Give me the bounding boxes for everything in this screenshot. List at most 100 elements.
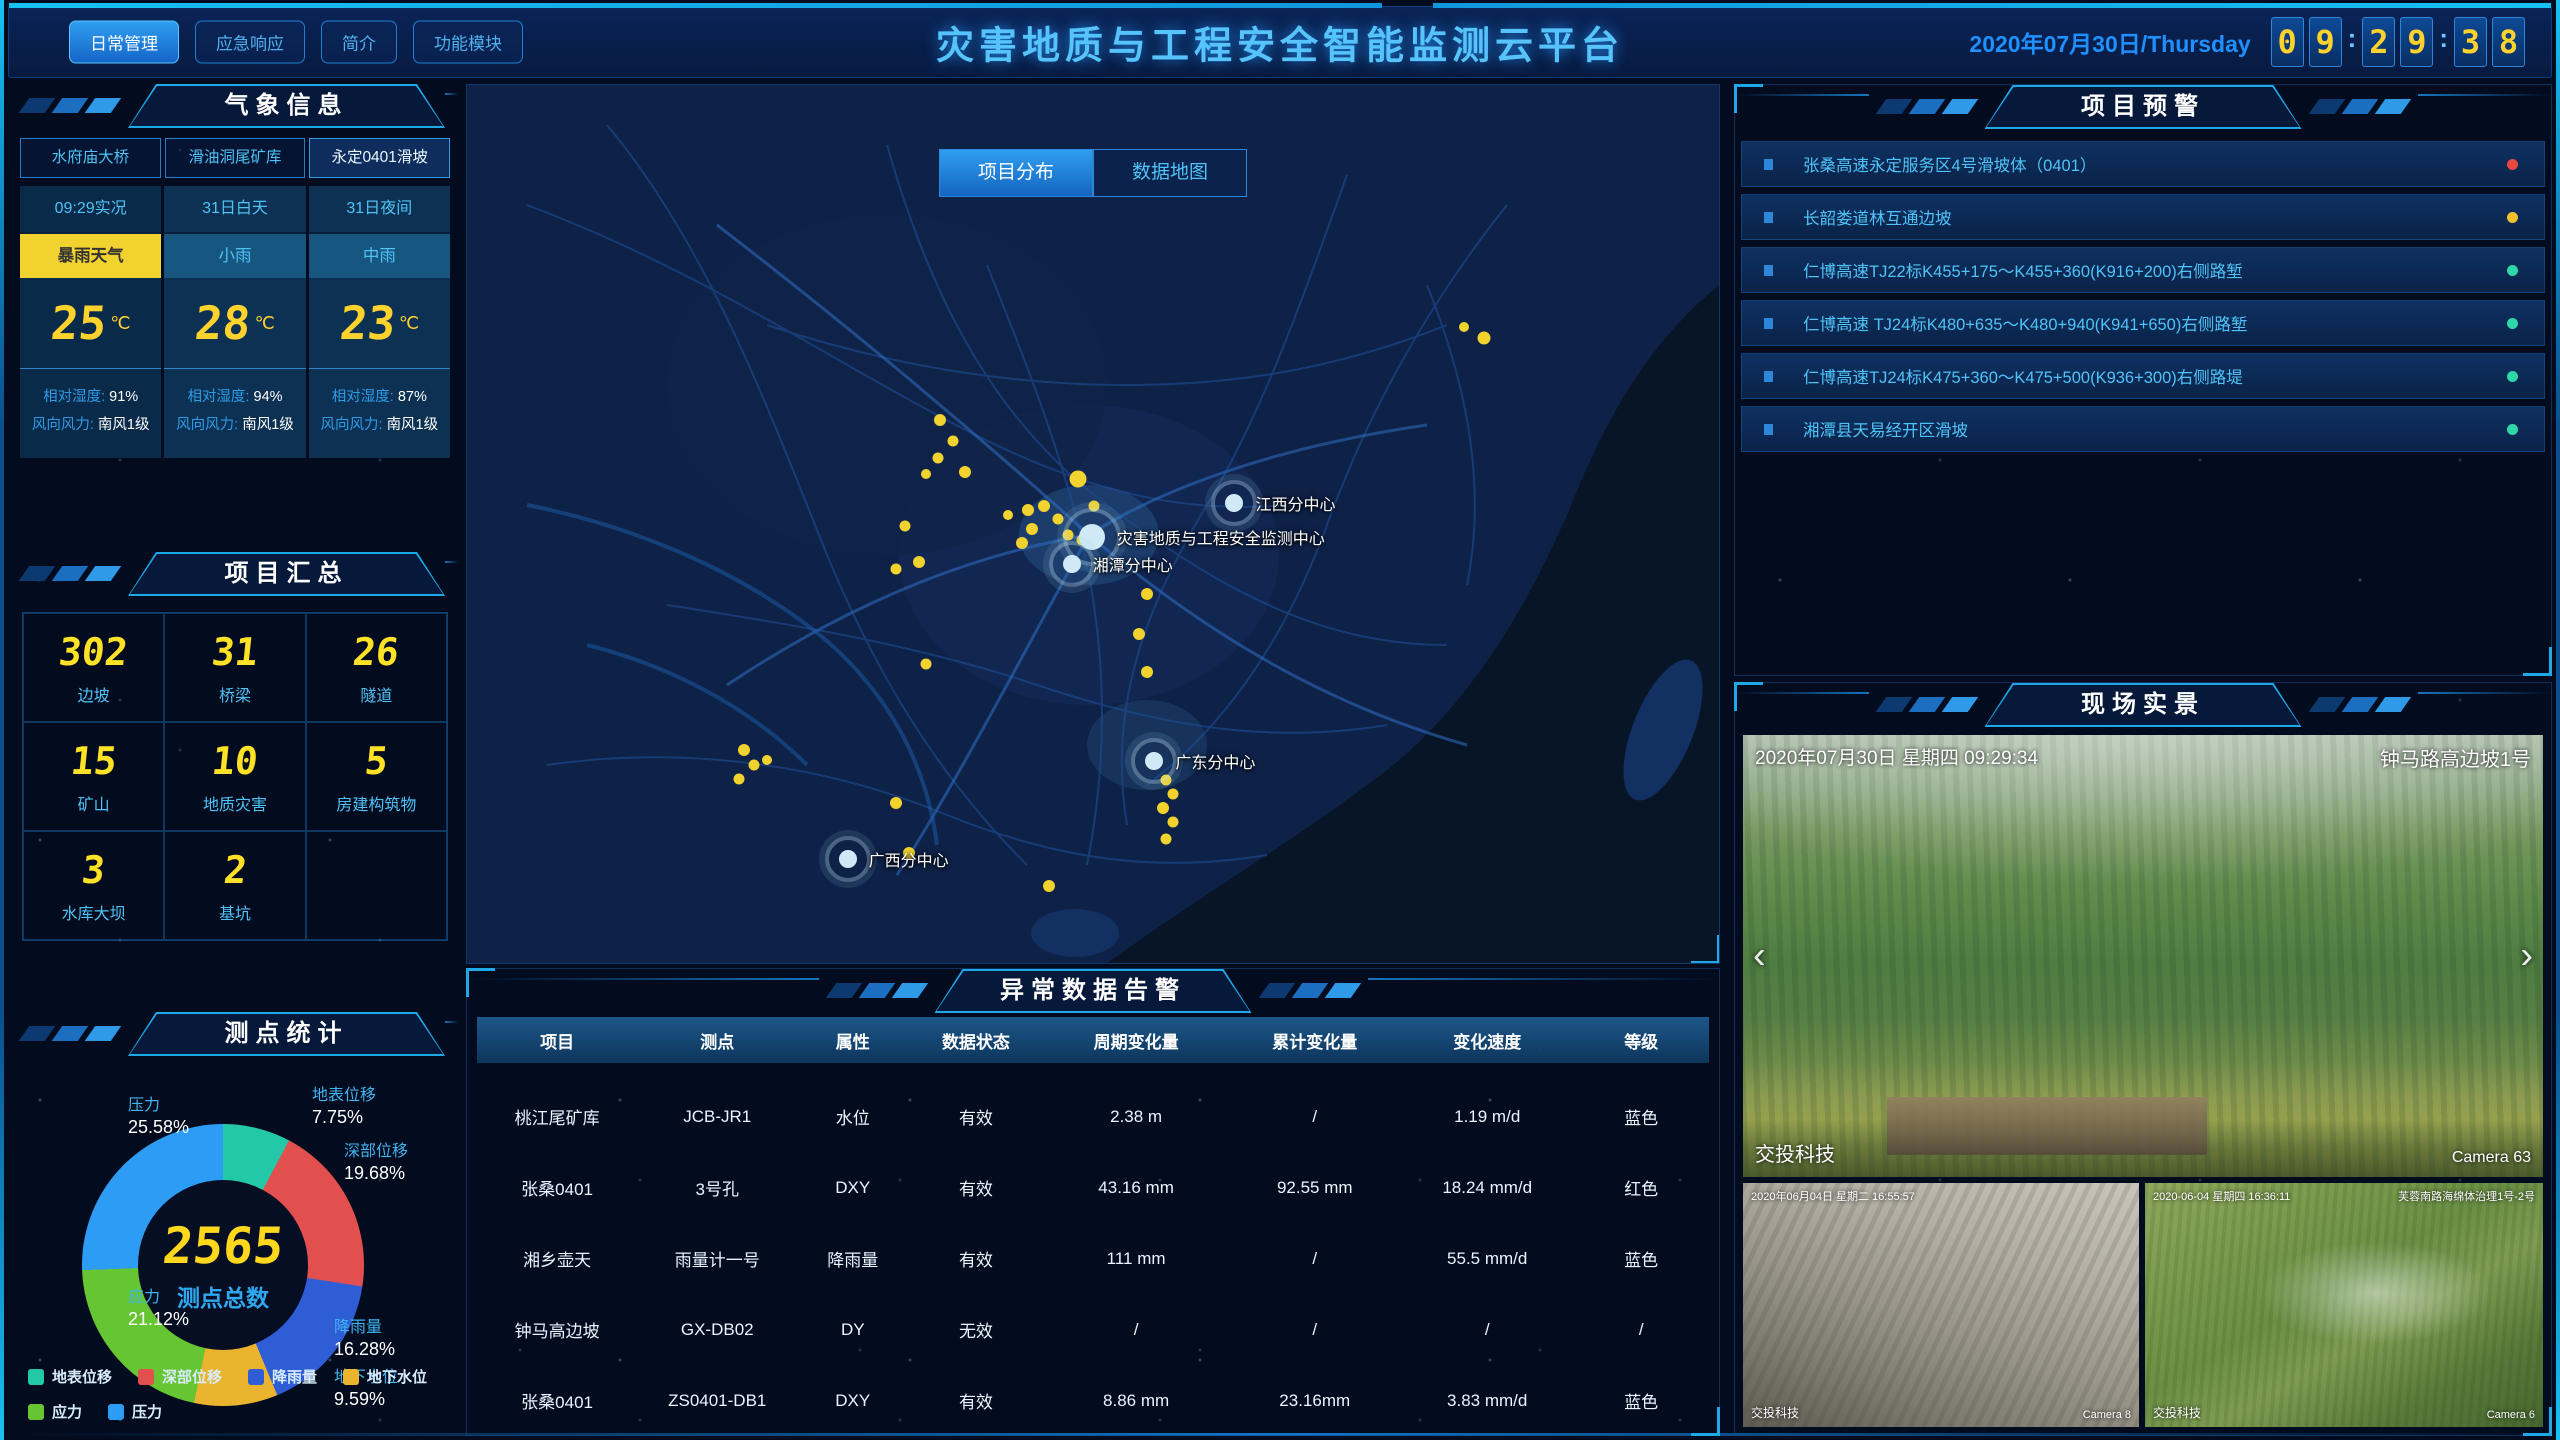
clock-digit: 0 bbox=[2271, 17, 2304, 67]
nav-button-2[interactable]: 应急响应 bbox=[195, 21, 305, 64]
live-view-panel: 现场实景 2020年07月30日 星期四 09:29:34 钟马路高边坡1号 交… bbox=[1734, 682, 2552, 1436]
weather-tab-1[interactable]: 水府庙大桥 bbox=[20, 138, 161, 178]
date-label: 2020年07月30日/Thursday bbox=[1969, 25, 2250, 59]
weather-time-label: 31日夜间 bbox=[309, 186, 450, 234]
chart-callout-压力: 压力25.58% bbox=[128, 1096, 189, 1139]
legend-item-压力[interactable]: 压力 bbox=[108, 1401, 162, 1422]
project-dot bbox=[890, 797, 902, 809]
weather-condition: 中雨 bbox=[309, 234, 450, 278]
warning-item-3[interactable]: 仁博高速TJ22标K455+175～K455+360(K916+200)右侧路堑 bbox=[1741, 247, 2545, 293]
legend-label: 降雨量 bbox=[272, 1366, 317, 1387]
weather-columns: 09:29实况暴雨天气25℃相对湿度: 91%风向风力: 南风1级31日白天小雨… bbox=[20, 186, 450, 458]
callout-percent: 25.58% bbox=[128, 1116, 189, 1139]
legend-item-地下水位[interactable]: 地下水位 bbox=[343, 1366, 427, 1387]
map-marker-湘潭分中心[interactable]: 湘潭分中心 bbox=[1049, 541, 1095, 587]
camera-watermark: 交投科技 bbox=[1755, 1138, 1835, 1167]
warning-item-1[interactable]: 张桑高速永定服务区4号滑坡体（0401） bbox=[1741, 141, 2545, 187]
header-ticks-icon bbox=[1264, 983, 1356, 998]
temperature-value: 28 bbox=[193, 296, 253, 350]
summary-label: 水库大坝 bbox=[62, 900, 126, 924]
map-marker-广西分中心[interactable]: 广西分中心 bbox=[825, 836, 871, 882]
map-tabs: 项目分布数据地图 bbox=[939, 149, 1247, 197]
header-ticks-icon bbox=[24, 1026, 116, 1041]
table-cell: 1.19 m/d bbox=[1401, 1107, 1573, 1127]
legend-item-深部位移[interactable]: 深部位移 bbox=[138, 1366, 222, 1387]
table-cell: / bbox=[1573, 1320, 1709, 1340]
table-row: 张桑04013号孔DXY有效43.16 mm92.55 mm18.24 mm/d… bbox=[477, 1152, 1709, 1223]
weather-time-label: 31日白天 bbox=[164, 186, 305, 234]
legend-color-swatch bbox=[28, 1404, 44, 1420]
project-dot bbox=[762, 755, 772, 765]
table-cell: 张桑0401 bbox=[477, 1175, 637, 1200]
clock-separator: : bbox=[2348, 23, 2357, 54]
project-dot bbox=[934, 414, 946, 426]
legend-color-swatch bbox=[343, 1369, 359, 1385]
legend-item-应力[interactable]: 应力 bbox=[28, 1401, 82, 1422]
marker-ring-icon bbox=[1131, 738, 1177, 784]
table-cell: 92.55 mm bbox=[1229, 1178, 1401, 1198]
summary-value: 5 bbox=[363, 739, 391, 783]
sub-camera-feed-1[interactable]: 2020年06月04日 星期二 16:55:57 交投科技 Camera 8 bbox=[1743, 1183, 2139, 1427]
table-cell: 111 mm bbox=[1044, 1249, 1229, 1269]
table-cell: / bbox=[1044, 1320, 1229, 1340]
map-tab-2[interactable]: 数据地图 bbox=[1093, 149, 1247, 197]
main-camera-feed[interactable]: 2020年07月30日 星期四 09:29:34 钟马路高边坡1号 交投科技 C… bbox=[1743, 735, 2543, 1177]
table-cell: DY bbox=[797, 1320, 908, 1340]
legend-item-降雨量[interactable]: 降雨量 bbox=[248, 1366, 317, 1387]
table-cell: DXY bbox=[797, 1391, 908, 1411]
table-cell: 张桑0401 bbox=[477, 1388, 637, 1413]
bullet-square-icon bbox=[1764, 371, 1773, 382]
nav-button-1[interactable]: 日常管理 bbox=[69, 21, 179, 64]
warning-item-6[interactable]: 湘潭县天易经开区滑坡 bbox=[1741, 406, 2545, 452]
header-ticks-icon bbox=[24, 566, 116, 581]
camera-scene-building bbox=[1887, 1097, 2207, 1154]
project-dot bbox=[921, 658, 932, 669]
callout-percent: 19.68% bbox=[344, 1162, 408, 1185]
alarm-panel-title: 异常数据告警 bbox=[981, 969, 1206, 1013]
table-cell: 2.38 m bbox=[1044, 1107, 1229, 1127]
project-dot bbox=[900, 520, 911, 531]
warning-item-2[interactable]: 长韶娄道林互通边坡 bbox=[1741, 194, 2545, 240]
weather-tab-3[interactable]: 永定0401滑坡 bbox=[309, 138, 450, 178]
header-ticks-icon bbox=[831, 983, 923, 998]
warning-item-4[interactable]: 仁博高速 TJ24标K480+635～K480+940(K941+650)右侧路… bbox=[1741, 300, 2545, 346]
page-edge-right bbox=[2556, 0, 2560, 1440]
project-dot bbox=[1016, 537, 1028, 549]
temperature-value: 23 bbox=[337, 296, 397, 350]
camera-next-arrow-icon[interactable]: › bbox=[2520, 935, 2533, 978]
marker-ring-icon bbox=[825, 836, 871, 882]
warning-item-5[interactable]: 仁博高速TJ24标K475+360～K475+500(K936+300)右侧路堤 bbox=[1741, 353, 2545, 399]
nav-button-4[interactable]: 功能模块 bbox=[413, 21, 523, 64]
legend-label: 地表位移 bbox=[52, 1366, 112, 1387]
legend-item-地表位移[interactable]: 地表位移 bbox=[28, 1366, 112, 1387]
project-dot bbox=[947, 436, 958, 447]
legend-color-swatch bbox=[248, 1369, 264, 1385]
map-marker-江西分中心[interactable]: 江西分中心 bbox=[1211, 480, 1257, 526]
weather-temperature: 28℃ bbox=[164, 278, 305, 369]
table-cell: DXY bbox=[797, 1178, 908, 1198]
warning-label: 长韶娄道林互通边坡 bbox=[1803, 205, 2507, 229]
map-tab-1[interactable]: 项目分布 bbox=[939, 149, 1093, 197]
weather-panel-header: 气象信息 bbox=[12, 84, 458, 128]
project-dot bbox=[1168, 816, 1179, 827]
table-cell: 有效 bbox=[908, 1104, 1044, 1129]
point-total-label: 测点总数 bbox=[177, 1279, 269, 1313]
nav-button-3[interactable]: 简介 bbox=[321, 21, 397, 64]
alarm-panel-header: 异常数据告警 bbox=[467, 969, 1719, 1013]
summary-label: 基坑 bbox=[219, 900, 251, 924]
weather-tab-2[interactable]: 滑油洞尾矿库 bbox=[165, 138, 306, 178]
map-marker-广东分中心[interactable]: 广东分中心 bbox=[1131, 738, 1177, 784]
camera-prev-arrow-icon[interactable]: ‹ bbox=[1753, 935, 1766, 978]
table-cell: 有效 bbox=[908, 1175, 1044, 1200]
summary-cell-水库大坝: 3水库大坝 bbox=[23, 831, 164, 940]
sub-camera-feed-2[interactable]: 2020-06-04 星期四 16:36:11 芙蓉南路海绵体治理1号-2号 交… bbox=[2145, 1183, 2543, 1427]
callout-name: 降雨量 bbox=[334, 1318, 395, 1338]
header-ticks-icon bbox=[24, 98, 116, 113]
chart-callout-地表位移: 地表位移7.75% bbox=[312, 1086, 376, 1129]
table-column-header: 项目 bbox=[477, 1028, 637, 1053]
table-cell: 蓝色 bbox=[1573, 1246, 1709, 1271]
point-stats-title: 测点统计 bbox=[174, 1012, 399, 1056]
camera-id-label: Camera 6 bbox=[2487, 1409, 2535, 1421]
bullet-square-icon bbox=[1764, 159, 1773, 170]
marker-label: 江西分中心 bbox=[1255, 491, 1335, 515]
